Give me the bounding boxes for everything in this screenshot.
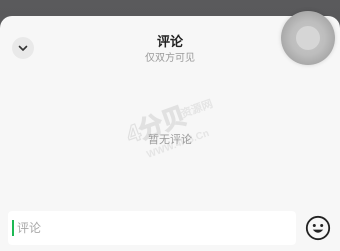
emoji-button[interactable] (305, 215, 331, 241)
empty-comments-text: 暂无评论 (148, 133, 192, 146)
text-caret (12, 220, 14, 236)
floating-ball-button[interactable] (281, 11, 335, 65)
watermark-logo: 4分贝 资源网 WWW.4FB.Cn (122, 96, 215, 161)
floating-ball-icon (296, 26, 320, 50)
comment-input-box[interactable] (8, 211, 296, 245)
smiley-face-icon (305, 215, 331, 241)
watermark-text-cn: 资源网 (179, 96, 215, 120)
comment-input[interactable] (17, 211, 291, 245)
